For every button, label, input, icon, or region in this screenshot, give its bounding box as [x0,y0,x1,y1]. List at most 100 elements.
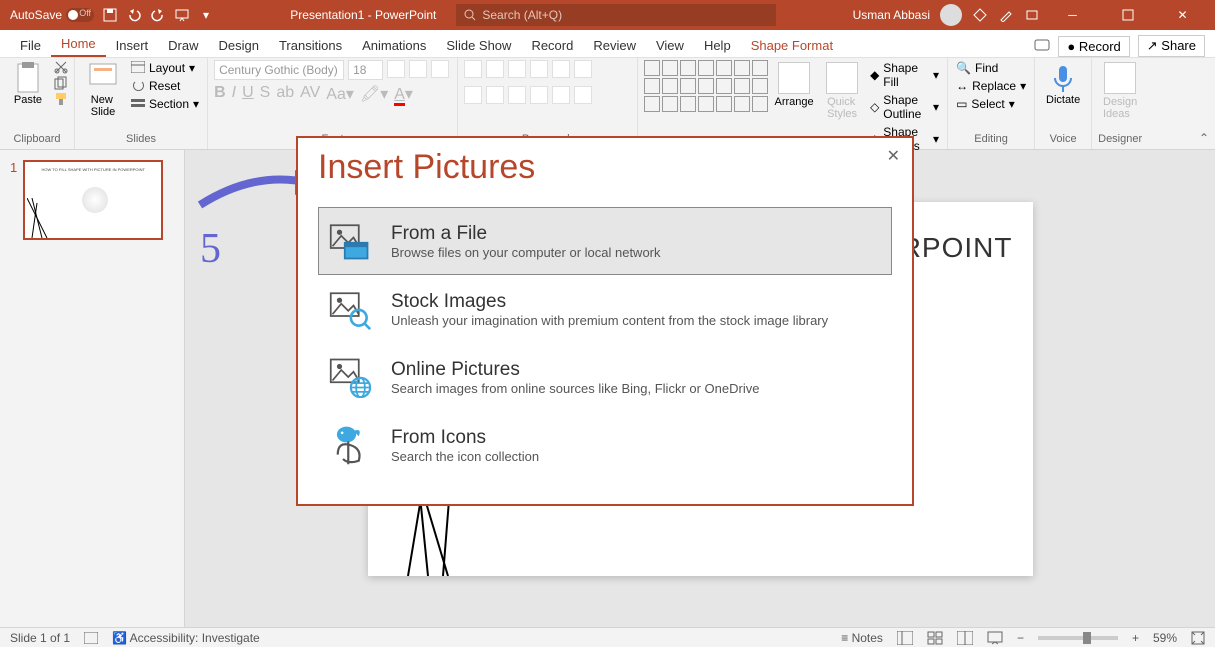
align-left-icon[interactable] [464,86,482,104]
highlight-icon[interactable]: 🖍▾ [360,84,388,104]
spacing-icon[interactable]: AV [300,84,320,104]
option-online-pictures[interactable]: Online Pictures Search images from onlin… [318,343,892,411]
option-from-file[interactable]: From a File Browse files on your compute… [318,207,892,275]
language-icon[interactable] [84,632,98,644]
shadow-icon[interactable]: ab [276,84,294,104]
case-icon[interactable]: Aa▾ [326,84,354,104]
notes-button[interactable]: ≡ Notes [841,631,883,645]
format-painter-icon[interactable] [54,92,68,106]
shapes-gallery[interactable] [644,60,768,112]
underline-icon[interactable]: U [242,84,254,104]
tab-transitions[interactable]: Transitions [269,34,352,57]
text-direction-icon[interactable] [574,60,592,78]
tab-insert[interactable]: Insert [106,34,159,57]
font-size-combo[interactable]: 18 [348,60,383,80]
align-right-icon[interactable] [508,86,526,104]
share-button[interactable]: ↗ Share [1138,35,1205,57]
opt-desc-file: Browse files on your computer or local n… [391,245,661,260]
dictate-button[interactable]: Dictate [1041,60,1085,108]
zoom-out-icon[interactable]: − [1017,631,1024,645]
justify-icon[interactable] [530,86,548,104]
redo-icon[interactable] [150,7,166,23]
line-spacing-icon[interactable] [552,60,570,78]
search-box[interactable]: Search (Alt+Q) [456,4,776,26]
reading-view-icon[interactable] [957,631,973,645]
window-icon[interactable] [1024,7,1040,23]
zoom-in-icon[interactable]: + [1132,631,1139,645]
decrease-font-icon[interactable] [409,60,427,78]
accessibility-status[interactable]: ♿ Accessibility: Investigate [112,631,260,645]
font-color-icon[interactable]: A▾ [394,84,413,104]
shape-outline-button[interactable]: ◇ Shape Outline ▾ [868,92,941,122]
close-button[interactable]: ✕ [1160,0,1205,30]
outdent-icon[interactable] [508,60,526,78]
slideshow-view-icon[interactable] [987,631,1003,645]
collapse-ribbon-icon[interactable]: ⌃ [1199,131,1209,145]
reset-button[interactable]: Reset [129,78,201,94]
autosave-toggle[interactable]: AutoSave Off [10,8,94,22]
minimize-button[interactable]: ─ [1050,0,1095,30]
tab-record[interactable]: Record [521,34,583,57]
new-slide-button[interactable]: New Slide [81,60,125,120]
italic-icon[interactable]: I [232,84,236,104]
normal-view-icon[interactable] [897,631,913,645]
zoom-percent[interactable]: 59% [1153,631,1177,645]
clear-format-icon[interactable] [431,60,449,78]
toggle-switch[interactable]: Off [66,8,94,22]
arrange-button[interactable]: Arrange [772,60,816,110]
opt-title-stock: Stock Images [391,291,828,313]
maximize-button[interactable] [1105,0,1150,30]
opt-title-icons: From Icons [391,427,539,449]
sorter-view-icon[interactable] [927,631,943,645]
design-ideas-button[interactable]: Design Ideas [1098,60,1142,122]
tab-home[interactable]: Home [51,32,106,57]
smart-art-icon[interactable] [574,86,592,104]
tab-animations[interactable]: Animations [352,34,436,57]
layout-button[interactable]: Layout ▾ [129,60,201,76]
tab-slideshow[interactable]: Slide Show [436,34,521,57]
bold-icon[interactable]: B [214,84,226,104]
zoom-slider[interactable] [1038,636,1118,640]
option-from-icons[interactable]: From Icons Search the icon collection [318,411,892,479]
cut-icon[interactable] [54,60,68,74]
strike-icon[interactable]: S [260,84,271,104]
find-button[interactable]: 🔍 Find [954,60,1028,76]
quick-styles-button[interactable]: Quick Styles [820,60,864,122]
section-button[interactable]: Section ▾ [129,96,201,112]
undo-icon[interactable] [126,7,142,23]
tab-file[interactable]: File [10,34,51,57]
pen-icon[interactable] [998,7,1014,23]
font-name-combo[interactable]: Century Gothic (Body) [214,60,344,80]
option-stock-images[interactable]: Stock Images Unleash your imagination wi… [318,275,892,343]
avatar[interactable] [940,4,962,26]
tab-design[interactable]: Design [209,34,269,57]
qat-more-icon[interactable]: ▾ [198,7,214,23]
slide-thumb-1[interactable]: 1 HOW TO FILL SHAPE WITH PICTURE IN POWE… [10,160,174,240]
comments-icon[interactable] [1034,39,1050,53]
numbering-icon[interactable] [486,60,504,78]
record-button[interactable]: ● Record [1058,36,1129,57]
bullets-icon[interactable] [464,60,482,78]
copy-icon[interactable] [54,76,68,90]
shape-fill-button[interactable]: ◆ Shape Fill ▾ [868,60,941,90]
dialog-close-button[interactable]: ✕ [887,146,900,166]
tab-view[interactable]: View [646,34,694,57]
tab-shape-format[interactable]: Shape Format [741,34,843,57]
user-name[interactable]: Usman Abbasi [853,8,930,22]
replace-button[interactable]: ↔ Replace ▾ [954,78,1028,94]
align-center-icon[interactable] [486,86,504,104]
tab-draw[interactable]: Draw [158,34,208,57]
slide-count[interactable]: Slide 1 of 1 [10,631,70,645]
tab-help[interactable]: Help [694,34,741,57]
indent-icon[interactable] [530,60,548,78]
fit-to-window-icon[interactable] [1191,631,1205,645]
increase-font-icon[interactable] [387,60,405,78]
columns-icon[interactable] [552,86,570,104]
diamond-icon[interactable] [972,7,988,23]
select-button[interactable]: ▭ Select ▾ [954,96,1028,112]
save-icon[interactable] [102,7,118,23]
paste-button[interactable]: Paste [6,60,50,108]
tab-review[interactable]: Review [583,34,646,57]
slide-panel[interactable]: 1 HOW TO FILL SHAPE WITH PICTURE IN POWE… [0,150,185,627]
present-icon[interactable] [174,7,190,23]
